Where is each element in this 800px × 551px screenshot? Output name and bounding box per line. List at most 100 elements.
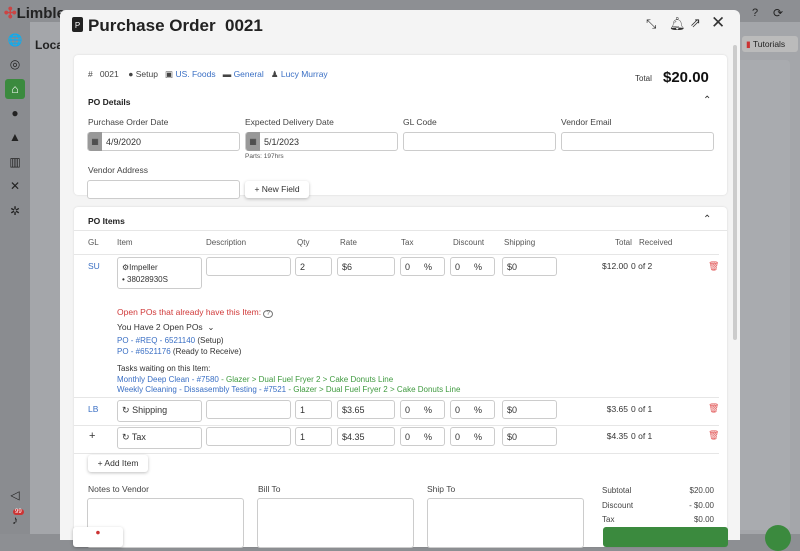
tax-input[interactable]: 0% <box>400 427 445 446</box>
network-icon[interactable]: ✕ <box>7 178 23 194</box>
col-item: Item <box>117 238 133 247</box>
collapse-icon[interactable]: ⌃ <box>703 214 711 225</box>
col-received: Received <box>639 238 673 247</box>
scrollbar[interactable] <box>733 45 737 340</box>
col-discount: Discount <box>453 238 485 247</box>
bell-icon[interactable]: 🔔︎ <box>669 16 686 32</box>
tax-input[interactable]: 0% <box>400 400 445 419</box>
refresh-icon: ↻ <box>122 405 130 415</box>
row-received: 0 of 1 <box>631 404 653 414</box>
new-field-button[interactable]: + New Field <box>245 181 309 198</box>
summary-discount: Discount - $0.00 <box>602 500 714 510</box>
col-shipping: Shipping <box>504 238 536 247</box>
budget-icon: ▬ <box>222 69 232 79</box>
item-field[interactable]: ↻ Shipping <box>117 400 202 422</box>
discount-input[interactable]: 0% <box>450 257 495 276</box>
user-link[interactable]: Lucy Murray <box>281 69 328 79</box>
delivery-date-input[interactable]: ▦ 5/1/2023 <box>245 132 398 151</box>
rate-input[interactable]: $4.35 <box>337 427 395 446</box>
modal-title: Purchase Order 0021 <box>88 16 263 35</box>
trash-icon[interactable]: 🗑︎ <box>708 403 719 414</box>
description-input[interactable] <box>206 257 291 276</box>
gl-link[interactable]: LB <box>88 404 98 414</box>
ship-to-textarea[interactable] <box>427 498 584 548</box>
help-icon[interactable]: ? <box>752 7 758 19</box>
minimize-icon[interactable]: ⤡ <box>646 16 656 32</box>
rate-input[interactable]: $3.65 <box>337 400 395 419</box>
vendor-email-input[interactable] <box>561 132 714 151</box>
document-icon: P <box>72 17 83 32</box>
description-input[interactable] <box>206 427 291 446</box>
row-received: 0 of 1 <box>631 431 653 441</box>
shipping-input[interactable]: $0 <box>502 257 557 276</box>
delete-icon: ● <box>95 527 101 537</box>
discount-input[interactable]: 0% <box>450 427 495 446</box>
tutorials-button[interactable]: ▮ Tutorials <box>742 36 798 52</box>
col-description: Description <box>206 238 247 247</box>
row-received: 0 of 2 <box>631 261 653 271</box>
budget-link[interactable]: General <box>234 69 264 79</box>
summary-subtotal: Subtotal $20.00 <box>602 486 714 495</box>
refresh-icon: ↻ <box>122 432 130 442</box>
list-item: Weekly Cleaning - Dissasembly Testing - … <box>117 385 461 394</box>
chat-button[interactable] <box>765 525 791 551</box>
trash-icon[interactable]: 🗑︎ <box>708 430 719 441</box>
po-date-input[interactable]: ▦ 4/9/2020 <box>87 132 240 151</box>
delivery-date-label: Expected Delivery Date <box>245 117 334 127</box>
vendor-link[interactable]: US. Foods <box>175 69 215 79</box>
add-item-button[interactable]: + Add Item <box>88 455 148 472</box>
globe-icon[interactable]: 🌐 <box>7 32 23 48</box>
bill-to-textarea[interactable] <box>257 498 414 548</box>
notification-badge: 99 <box>13 509 24 515</box>
gl-link[interactable]: SU <box>88 261 100 271</box>
item-field[interactable]: ⚙Impeller • 38028930S <box>117 257 202 289</box>
megaphone-icon[interactable]: ◁ <box>7 487 23 503</box>
warning-icon[interactable]: ▲ <box>7 129 23 145</box>
qty-input[interactable]: 1 <box>295 400 332 419</box>
collapse-icon[interactable]: ⌃ <box>703 95 711 106</box>
submit-button[interactable] <box>603 527 728 547</box>
delete-button[interactable]: ● <box>73 527 123 547</box>
close-icon[interactable]: ✕ <box>711 13 725 33</box>
shipping-input[interactable]: $0 <box>502 427 557 446</box>
vendor-address-label: Vendor Address <box>88 165 149 175</box>
rate-input[interactable]: $6 <box>337 257 395 276</box>
calendar-icon: ▦ <box>246 132 260 151</box>
gl-code-label: GL Code <box>403 117 437 127</box>
share-icon[interactable]: ⇗ <box>690 15 701 31</box>
col-rate: Rate <box>340 238 357 247</box>
po-items-card: PO Items ⌃ GL Item Description Qty Rate … <box>74 207 727 548</box>
location-title: Loca <box>35 38 64 52</box>
ship-to-label: Ship To <box>427 484 456 494</box>
gl-code-input[interactable] <box>403 132 556 151</box>
shipping-input[interactable]: $0 <box>502 400 557 419</box>
list-item: Monthly Deep Clean - #7580 - Glazer > Du… <box>117 374 394 384</box>
map-icon[interactable]: ▥ <box>7 154 23 170</box>
qty-input[interactable]: 1 <box>295 427 332 446</box>
po-date-label: Purchase Order Date <box>88 117 169 127</box>
qty-input[interactable]: 2 <box>295 257 332 276</box>
user-icon: ♟ <box>270 69 279 79</box>
trash-icon[interactable]: 🗑︎ <box>708 261 719 272</box>
row-total: $12.00 <box>602 261 628 271</box>
refresh-icon[interactable]: ⟳ <box>773 6 783 20</box>
add-gl-button[interactable]: + <box>89 430 95 442</box>
app-sidebar: 🌐 ◎ ⌂ ● ▲ ▥ ✕ ✲ ◁ ♪ 99 <box>0 0 30 534</box>
user-icon[interactable]: ● <box>7 105 23 121</box>
po-details-card: # 0021 ● Setup ▣ US. Foods ▬ General ♟ L… <box>74 55 727 199</box>
discount-input[interactable]: 0% <box>450 400 495 419</box>
vendor-address-input[interactable] <box>87 180 240 199</box>
open-pos-list: PO - #REQ - 6521140 (Setup) PO - #652117… <box>117 335 241 357</box>
status[interactable]: Setup <box>136 69 158 79</box>
open-pos-toggle[interactable]: You Have 2 Open POs ⌄ <box>117 322 215 333</box>
tax-input[interactable]: 0% <box>400 257 445 276</box>
dashboard-icon[interactable]: ◎ <box>7 56 23 72</box>
description-input[interactable] <box>206 400 291 419</box>
parts-note: Parts: 197hrs <box>245 153 284 160</box>
item-field[interactable]: ↻ Tax <box>117 427 202 449</box>
vendor-email-label: Vendor Email <box>561 117 612 127</box>
gear-icon[interactable]: ✲ <box>7 203 23 219</box>
help-icon[interactable]: ? <box>263 310 273 318</box>
home-icon[interactable]: ⌂ <box>5 79 25 99</box>
po-number: 0021 <box>99 69 119 79</box>
